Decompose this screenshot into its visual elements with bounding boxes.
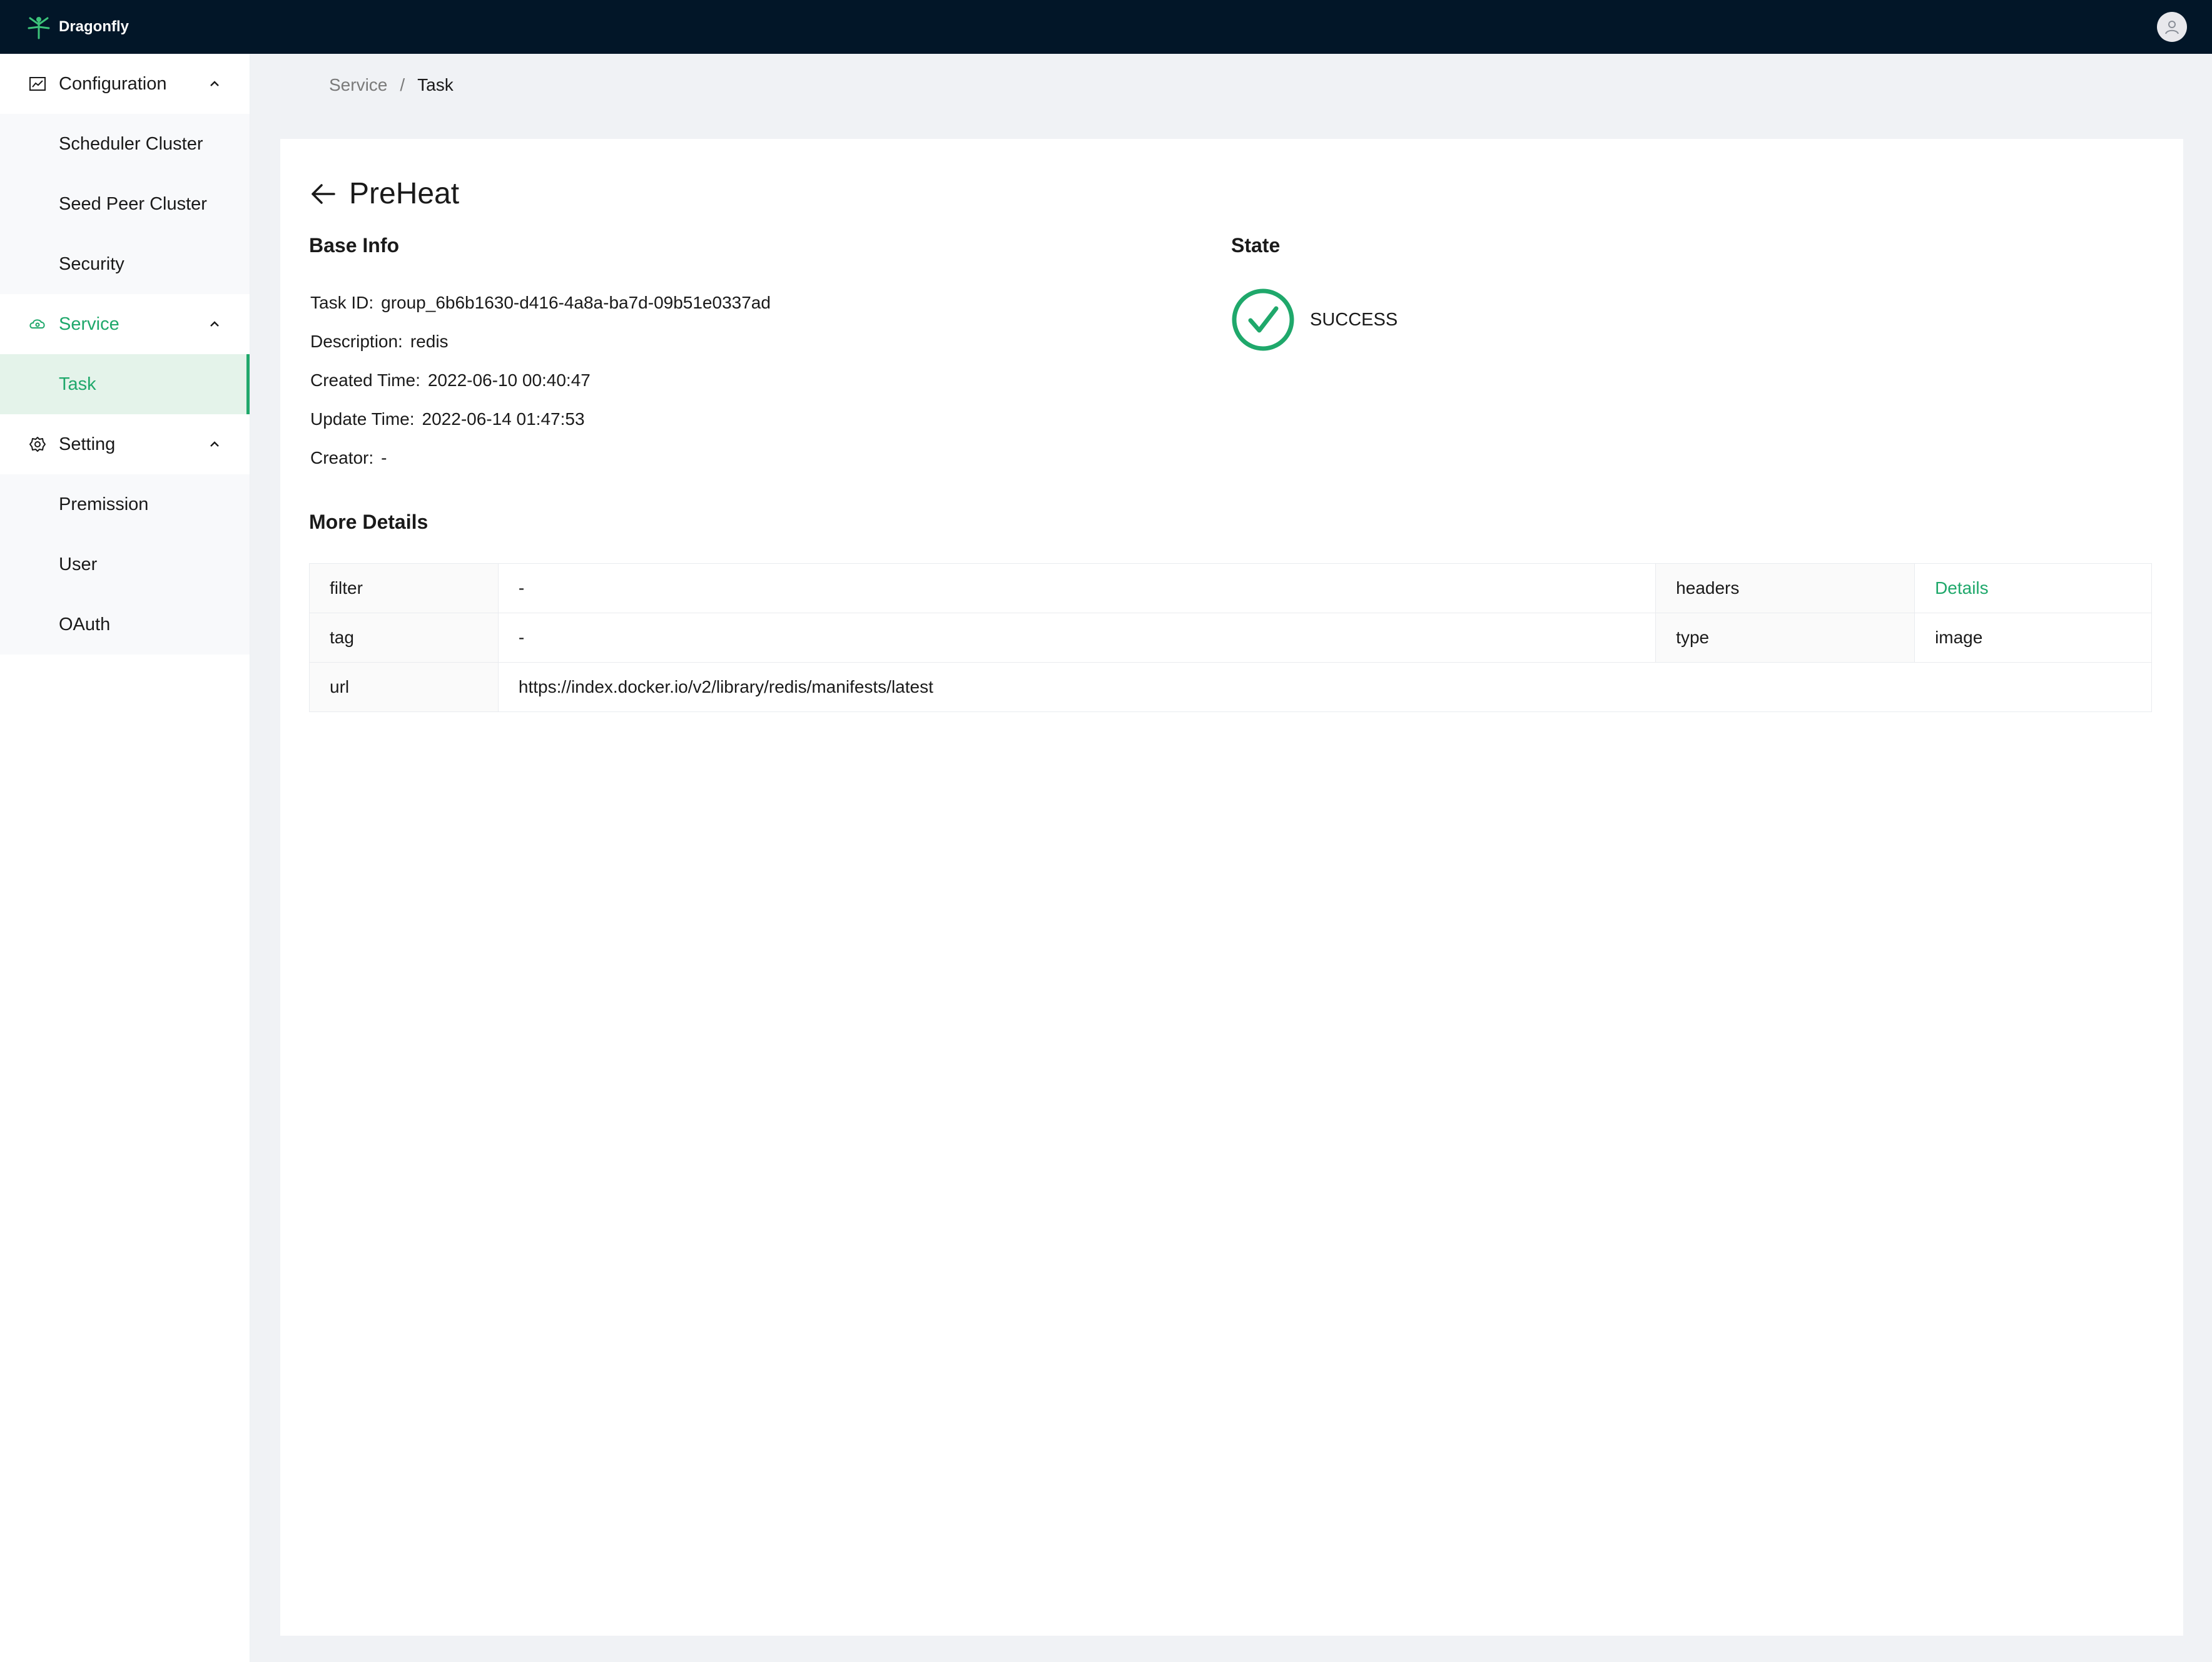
more-details-heading: More Details bbox=[309, 511, 429, 533]
back-arrow-icon[interactable] bbox=[309, 180, 338, 208]
info-creator: Creator: - bbox=[310, 448, 387, 468]
detail-value-url: https://index.docker.io/v2/library/redis… bbox=[497, 662, 2153, 712]
table-row: filter - headers Details bbox=[309, 563, 2152, 613]
sidebar-group-label: Service bbox=[59, 314, 119, 334]
sidebar-group-label: Configuration bbox=[59, 73, 167, 94]
info-key: Task ID: bbox=[310, 293, 374, 312]
detail-value-headers: Details bbox=[1914, 563, 2152, 613]
chevron-up-icon bbox=[207, 76, 222, 91]
sidebar-group-service[interactable]: Service bbox=[0, 294, 250, 354]
sidebar-item-security[interactable]: Security bbox=[0, 234, 250, 294]
page-title: PreHeat bbox=[349, 177, 460, 210]
submenu-configuration: Scheduler Cluster Seed Peer Cluster Secu… bbox=[0, 114, 250, 294]
breadcrumb-separator: / bbox=[400, 75, 405, 94]
chart-icon bbox=[28, 74, 48, 94]
details-table: filter - headers Details tag - type imag… bbox=[309, 563, 2153, 712]
info-value: 2022-06-10 00:40:47 bbox=[427, 370, 591, 390]
detail-value-type: image bbox=[1914, 613, 2152, 663]
user-icon bbox=[2165, 21, 2179, 34]
page-title-row: PreHeat bbox=[309, 176, 459, 211]
table-row: url https://index.docker.io/v2/library/r… bbox=[309, 662, 2153, 712]
info-key: Update Time: bbox=[310, 409, 415, 429]
info-task-id: Task ID: group_6b6b1630-d416-4a8a-ba7d-09… bbox=[310, 293, 771, 313]
info-created-time: Created Time: 2022-06-10 00:40:47 bbox=[310, 370, 591, 390]
info-value: - bbox=[381, 448, 387, 467]
sidebar-group-configuration[interactable]: Configuration bbox=[0, 54, 250, 114]
success-check-icon bbox=[1232, 288, 1294, 351]
breadcrumb: Service / Task bbox=[329, 75, 454, 95]
info-value: group_6b6b1630-d416-4a8a-ba7d-09b51e0337… bbox=[381, 293, 771, 312]
sidebar-item-scheduler-cluster[interactable]: Scheduler Cluster bbox=[0, 114, 250, 174]
detail-value-tag: - bbox=[497, 613, 1656, 663]
state-indicator: SUCCESS bbox=[1231, 288, 1398, 352]
detail-key-tag: tag bbox=[309, 613, 499, 663]
chevron-up-icon bbox=[207, 317, 222, 332]
chevron-up-icon bbox=[207, 437, 222, 452]
breadcrumb-current: Task bbox=[417, 75, 454, 94]
detail-value-filter: - bbox=[497, 563, 1656, 613]
state-heading: State bbox=[1231, 234, 1281, 257]
top-bar: Dragonfly bbox=[0, 0, 2212, 54]
table-row: tag - type image bbox=[309, 613, 2152, 663]
brand-logo[interactable]: Dragonfly bbox=[25, 13, 129, 41]
sidebar-item-seed-peer-cluster[interactable]: Seed Peer Cluster bbox=[0, 174, 250, 234]
info-key: Description: bbox=[310, 332, 403, 351]
base-info-heading: Base Info bbox=[309, 234, 400, 257]
user-avatar[interactable] bbox=[2157, 12, 2187, 42]
info-value: redis bbox=[410, 332, 449, 351]
state-value: SUCCESS bbox=[1310, 309, 1398, 330]
sidebar-item-task[interactable]: Task bbox=[0, 354, 250, 414]
sidebar-item-premission[interactable]: Premission bbox=[0, 474, 250, 534]
sidebar-item-oauth[interactable]: OAuth bbox=[0, 594, 250, 655]
brand-name: Dragonfly bbox=[59, 18, 129, 35]
info-key: Creator: bbox=[310, 448, 374, 467]
headers-details-link[interactable]: Details bbox=[1935, 578, 1989, 598]
sidebar-item-user[interactable]: User bbox=[0, 534, 250, 594]
detail-key-filter: filter bbox=[309, 563, 499, 613]
detail-key-url: url bbox=[309, 662, 499, 712]
detail-key-headers: headers bbox=[1655, 563, 1915, 613]
submenu-setting: Premission User OAuth bbox=[0, 474, 250, 655]
sidebar: Configuration Scheduler Cluster Seed Pee… bbox=[0, 54, 250, 1662]
detail-key-type: type bbox=[1655, 613, 1915, 663]
cloud-icon bbox=[28, 314, 48, 334]
gear-icon bbox=[28, 434, 48, 454]
sidebar-group-setting[interactable]: Setting bbox=[0, 414, 250, 474]
content-card: PreHeat Base Info Task ID: group_6b6b1630… bbox=[280, 139, 2183, 1636]
sidebar-group-label: Setting bbox=[59, 434, 116, 454]
info-value: 2022-06-14 01:47:53 bbox=[422, 409, 585, 429]
info-key: Created Time: bbox=[310, 370, 420, 390]
breadcrumb-service-link[interactable]: Service bbox=[329, 75, 387, 95]
dragonfly-logo-icon bbox=[28, 17, 50, 39]
info-update-time: Update Time: 2022-06-14 01:47:53 bbox=[310, 409, 585, 429]
submenu-service: Task bbox=[0, 354, 250, 414]
info-description: Description: redis bbox=[310, 332, 449, 352]
